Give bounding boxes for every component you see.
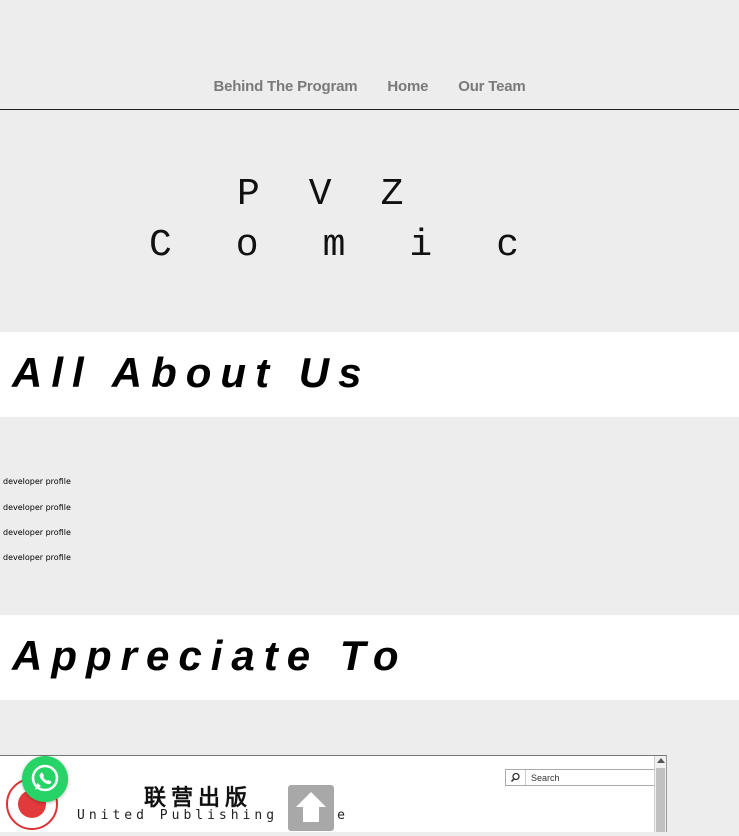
nav-link-behind-the-program[interactable]: Behind The Program (213, 78, 357, 95)
developer-profile-link[interactable]: developer profile (3, 503, 71, 512)
search-box (505, 769, 661, 786)
developer-profile-link[interactable]: developer profile (3, 553, 71, 562)
about-section-header: All About Us (0, 332, 739, 417)
nav-link-home[interactable]: Home (387, 78, 428, 95)
scroll-thumb[interactable] (656, 768, 665, 832)
appreciate-section-title: Appreciate To (12, 632, 408, 679)
appreciate-section-header: Appreciate To (0, 615, 739, 700)
back-to-top-button[interactable] (288, 785, 334, 831)
hero-title-line-1: PVZ (237, 173, 453, 216)
embed-scrollbar[interactable] (654, 756, 666, 832)
hero-title-line-2: Comic (149, 224, 584, 267)
search-input[interactable] (527, 770, 661, 785)
nav-links: Behind The Program Home Our Team (0, 78, 739, 95)
about-section-title: All About Us (12, 349, 371, 396)
whatsapp-button[interactable] (22, 756, 68, 802)
developer-profiles: developer profile developer profile deve… (0, 417, 739, 615)
arrow-up-icon (296, 792, 326, 822)
nav-link-our-team[interactable]: Our Team (458, 78, 526, 95)
whatsapp-icon (31, 764, 59, 792)
developer-profile-link[interactable]: developer profile (3, 528, 71, 537)
top-nav: Behind The Program Home Our Team (0, 0, 739, 110)
developer-profile-link[interactable]: developer profile (3, 477, 71, 486)
search-icon[interactable] (506, 770, 526, 785)
scroll-up-arrow-icon[interactable] (657, 758, 665, 763)
hero-banner: PVZ Comic (0, 111, 739, 332)
